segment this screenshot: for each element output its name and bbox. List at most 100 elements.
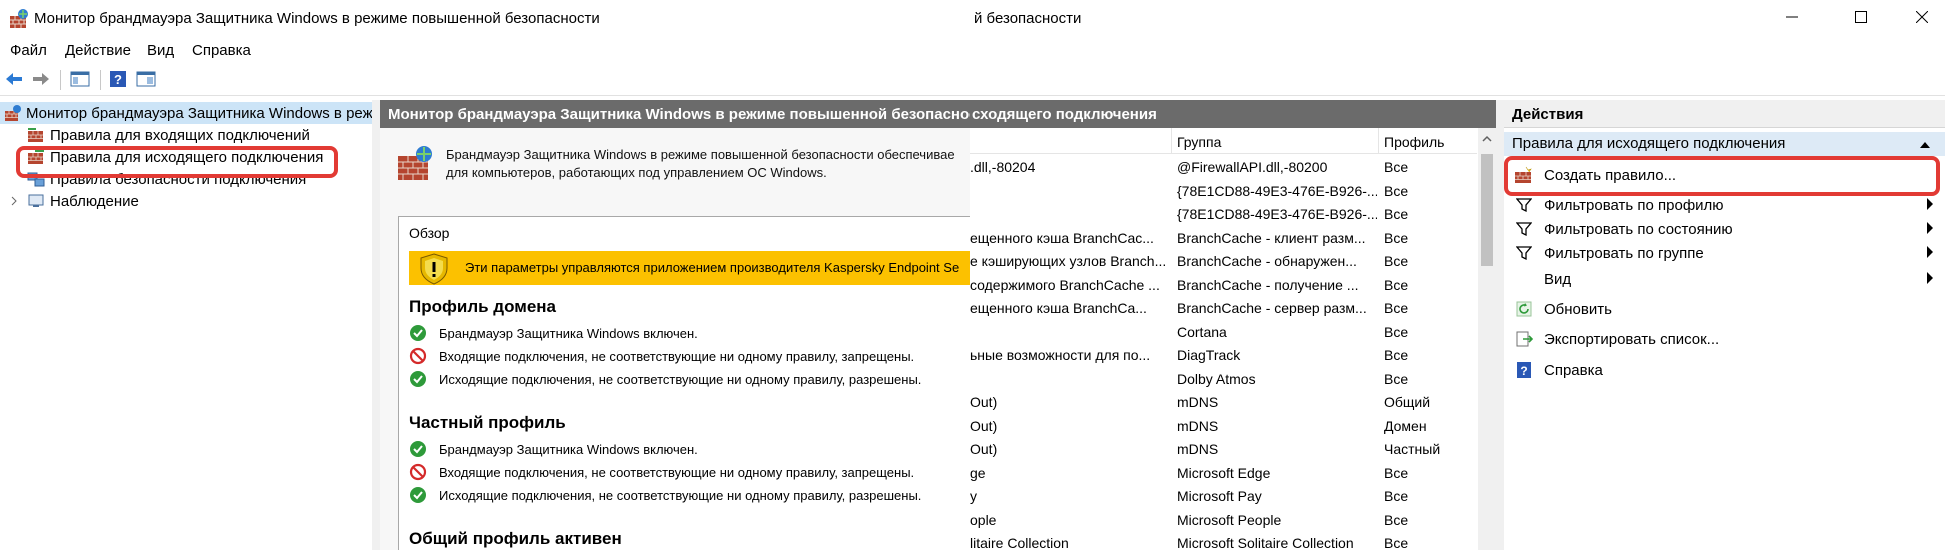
menu-help[interactable]: Справка bbox=[192, 42, 251, 59]
table-row[interactable]: содержимого BranchCache ... BranchCache -… bbox=[970, 273, 1477, 297]
table-row[interactable]: ещенного кэша BranchCac... BranchCache - … bbox=[970, 226, 1477, 250]
cell-group: @FirewallAPI.dll,-80200 bbox=[1177, 159, 1328, 175]
blank-icon bbox=[1514, 269, 1534, 289]
minimize-button[interactable] bbox=[1769, 0, 1815, 34]
cell-profile: Все bbox=[1384, 464, 1409, 481]
cell-profile: Домен bbox=[1384, 417, 1427, 434]
action-view[interactable]: Вид bbox=[1504, 266, 1945, 292]
action-help[interactable]: ? Справка bbox=[1504, 357, 1945, 383]
table-row[interactable]: Dolby Atmos Все bbox=[970, 367, 1477, 391]
scrollbar-thumb[interactable] bbox=[1481, 154, 1493, 266]
table-row[interactable]: .dll,-80204 @FirewallAPI.dll,-80200 Все bbox=[970, 155, 1477, 179]
tree-item-label: Правила безопасности подключения bbox=[50, 170, 307, 188]
toolbar-separator bbox=[60, 70, 61, 90]
table-row[interactable]: {78E1CD88-49E3-476E-B926-... Все bbox=[970, 179, 1477, 203]
tree-root[interactable]: Монитор брандмауэра Защитника Windows в … bbox=[0, 102, 372, 124]
tree-item-monitoring[interactable]: Наблюдение bbox=[8, 190, 139, 212]
action-new-rule[interactable]: Создать правило... bbox=[1504, 162, 1945, 188]
table-row[interactable]: Cortana Все bbox=[970, 320, 1477, 344]
cell-profile: Все bbox=[1384, 276, 1409, 293]
action-filter-by-profile[interactable]: Фильтровать по профилю bbox=[1504, 192, 1945, 218]
cell-group: Dolby Atmos bbox=[1177, 370, 1256, 387]
intro-line-1: Брандмауэр Защитника Windows в режиме по… bbox=[446, 147, 955, 162]
allow-check-icon bbox=[410, 371, 426, 387]
table-row[interactable]: ьные возможности для по... DiagTrack Все bbox=[970, 343, 1477, 367]
scroll-up-icon[interactable] bbox=[1478, 132, 1496, 146]
cell-name: содержимого BranchCache ... bbox=[970, 276, 1160, 293]
show-hide-tree-button[interactable] bbox=[68, 68, 92, 90]
collapse-up-icon[interactable] bbox=[1919, 140, 1931, 150]
cell-profile: Общий bbox=[1384, 394, 1431, 410]
cell-profile: Частный bbox=[1384, 441, 1441, 457]
profile-line-text: Исходящие подключения, не соответствующи… bbox=[439, 487, 922, 503]
action-filter-by-state[interactable]: Фильтровать по состоянию bbox=[1504, 216, 1945, 242]
table-row[interactable]: Out) mDNS Общий bbox=[970, 390, 1477, 414]
menu-view[interactable]: Вид bbox=[147, 42, 174, 59]
profile-private-line: Брандмауэр Защитника Windows включен. bbox=[409, 438, 698, 460]
table-row[interactable]: е кэширующих узлов Branch... BranchCache … bbox=[970, 249, 1477, 273]
cell-profile: Все bbox=[1384, 488, 1409, 504]
menu-action[interactable]: Действие bbox=[65, 42, 131, 59]
action-export-list[interactable]: Экспортировать список... bbox=[1504, 326, 1945, 352]
menu-file[interactable]: Файл bbox=[10, 42, 47, 59]
back-button[interactable] bbox=[2, 68, 26, 90]
cell-profile: Все bbox=[1384, 206, 1409, 222]
column-profile[interactable]: Профиль bbox=[1384, 134, 1444, 150]
forward-arrow-icon bbox=[33, 73, 49, 85]
close-button[interactable] bbox=[1899, 0, 1945, 34]
cell-name: Out) bbox=[970, 394, 998, 410]
expand-chevron-icon[interactable] bbox=[8, 196, 20, 206]
cell-profile: Все bbox=[1384, 182, 1409, 199]
table-row[interactable]: {78E1CD88-49E3-476E-B926-... Все bbox=[970, 202, 1477, 226]
tree-item-inbound-rules[interactable]: Правила для входящих подключений bbox=[26, 124, 310, 146]
profile-public-title: Общий профиль активен bbox=[409, 529, 622, 548]
action-label: Обновить bbox=[1544, 300, 1612, 318]
cell-group: Microsoft People bbox=[1177, 511, 1282, 528]
table-row[interactable]: ge Microsoft Edge Все bbox=[970, 461, 1477, 485]
action-label: Экспортировать список... bbox=[1544, 330, 1720, 348]
cell-group: mDNS bbox=[1177, 394, 1219, 410]
tree-item-label: Правила для входящих подключений bbox=[50, 126, 310, 144]
cell-profile: Все bbox=[1384, 300, 1409, 316]
table-row[interactable]: ещенного кэша BranchCa... BranchCache - с… bbox=[970, 296, 1477, 320]
profile-domain-line: Исходящие подключения, не соответствующи… bbox=[409, 368, 921, 390]
pane-splitter[interactable] bbox=[372, 100, 380, 550]
maximize-button[interactable] bbox=[1838, 0, 1884, 34]
actions-title: Действия bbox=[1504, 100, 1945, 128]
help-button[interactable]: ? bbox=[106, 68, 130, 90]
overview-label: Обзор bbox=[409, 225, 450, 241]
maximize-icon bbox=[1855, 11, 1867, 23]
table-row[interactable]: ople Microsoft People Все bbox=[970, 508, 1477, 532]
profile-domain-line: Брандмауэр Защитника Windows включен. bbox=[409, 322, 698, 344]
submenu-arrow-icon bbox=[1927, 272, 1933, 284]
cell-group: Microsoft Solitaire Collection bbox=[1177, 535, 1354, 550]
rules-list-scrollbar[interactable] bbox=[1478, 128, 1496, 550]
profile-private-line: Входящие подключения, не соответствующие… bbox=[409, 461, 914, 483]
export-icon bbox=[1514, 329, 1534, 349]
firewall-app-icon bbox=[10, 9, 28, 28]
console-tree: Монитор брандмауэра Защитника Windows в … bbox=[0, 100, 372, 550]
cell-profile: Все bbox=[1384, 511, 1409, 528]
show-action-pane-button[interactable] bbox=[134, 68, 158, 90]
profile-line-text: Входящие подключения, не соответствующие… bbox=[439, 464, 915, 480]
table-row[interactable]: Out) mDNS Домен bbox=[970, 414, 1477, 438]
action-filter-by-group[interactable]: Фильтровать по группе bbox=[1504, 240, 1945, 266]
tree-item-label: Наблюдение bbox=[50, 192, 139, 210]
action-label: Фильтровать по состоянию bbox=[1544, 220, 1733, 238]
tree-item-outbound-rules[interactable]: Правила для исходящего подключения bbox=[26, 146, 323, 168]
column-divider[interactable] bbox=[1171, 128, 1172, 154]
cell-profile: Все bbox=[1384, 535, 1409, 550]
pane-splitter[interactable] bbox=[1496, 100, 1504, 550]
forward-button[interactable] bbox=[29, 68, 53, 90]
allow-check-icon bbox=[410, 441, 426, 457]
table-row[interactable]: y Microsoft Pay Все bbox=[970, 484, 1477, 508]
submenu-arrow-icon bbox=[1927, 222, 1933, 234]
actions-section-header[interactable]: Правила для исходящего подключения bbox=[1504, 132, 1945, 156]
table-row[interactable]: litaire Collection Microsoft Solitaire Co… bbox=[970, 531, 1477, 550]
column-group[interactable]: Группа bbox=[1177, 134, 1221, 150]
action-refresh[interactable]: Обновить bbox=[1504, 296, 1945, 322]
firewall-root-icon bbox=[4, 104, 22, 122]
column-divider[interactable] bbox=[1378, 128, 1379, 154]
tree-item-connection-security[interactable]: Правила безопасности подключения bbox=[26, 168, 306, 190]
table-row[interactable]: Out) mDNS Частный bbox=[970, 437, 1477, 461]
